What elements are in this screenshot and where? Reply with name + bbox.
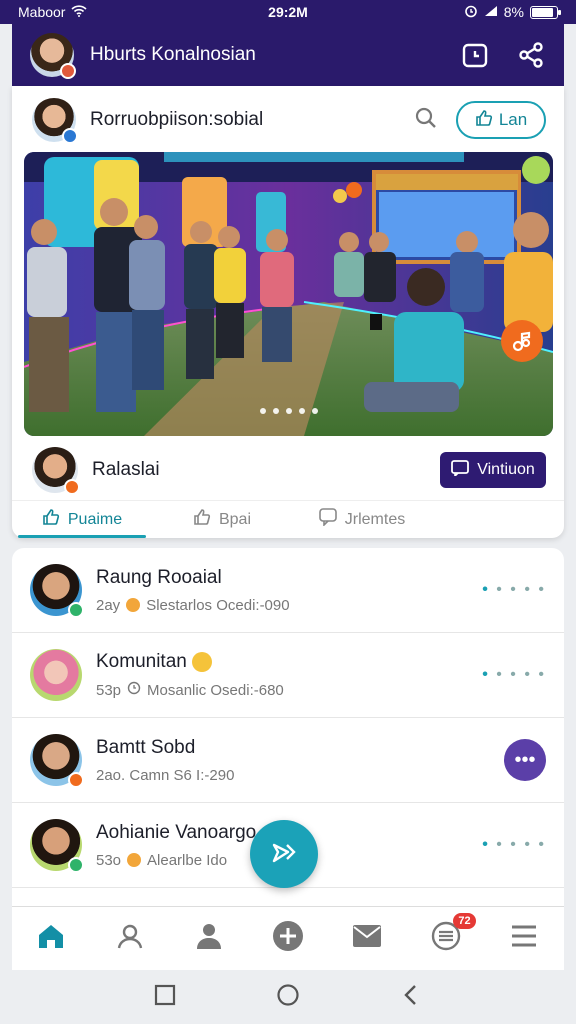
music-note-icon — [511, 330, 533, 352]
list-detail: Slestarlos Ocedi:-090 — [146, 596, 290, 614]
back-icon[interactable] — [400, 984, 422, 1011]
home-icon — [36, 922, 66, 955]
nav-home[interactable] — [31, 919, 71, 959]
list-meta: 53o — [96, 851, 122, 869]
notification-count: 72 — [453, 912, 476, 929]
list-title: Aohianie Vanoargo — [96, 821, 257, 843]
view-button[interactable]: Vintiuon — [440, 452, 546, 488]
more-options-icon[interactable]: • • • • • — [482, 666, 546, 684]
mail-icon — [352, 923, 382, 954]
more-options-icon[interactable]: • • • • • — [482, 581, 546, 599]
nav-notifications[interactable]: 72 — [426, 912, 476, 959]
author-name: Ralaslai — [92, 459, 160, 480]
tab-comments[interactable]: Jrlemtes — [292, 501, 432, 538]
carousel-dot[interactable] — [285, 408, 292, 414]
more-options-button[interactable]: ••• — [504, 739, 546, 781]
list-title: Raung Rooaial — [96, 566, 222, 588]
nav-groups[interactable] — [110, 919, 150, 959]
tag-icon — [126, 598, 141, 612]
tab-share-label: Bpai — [218, 510, 252, 528]
emoji-icon — [192, 651, 213, 672]
verified-icon — [62, 128, 78, 144]
tag-icon — [127, 853, 142, 867]
thumb-up-icon — [42, 508, 60, 531]
list-item[interactable]: Bamtt Sobd 2ao. Camn S6 I:-290 ••• — [12, 718, 564, 803]
page-title: Hburts Konalnosian — [90, 44, 256, 65]
message-icon — [451, 459, 470, 481]
user-avatar[interactable] — [30, 33, 76, 79]
status-badge — [68, 772, 84, 788]
nav-menu[interactable] — [504, 919, 544, 959]
share-icon — [193, 508, 211, 531]
bottom-navigation: 72 — [12, 906, 564, 970]
timer-icon[interactable] — [460, 40, 490, 70]
group-name: Rorruobpiison:sobial — [90, 109, 264, 130]
nav-inbox[interactable] — [347, 919, 387, 959]
menu-icon — [509, 923, 539, 954]
list-title: Komunitan — [96, 651, 187, 672]
online-icon — [68, 857, 84, 873]
recents-icon[interactable] — [154, 984, 176, 1011]
battery-icon — [530, 5, 561, 19]
list-item[interactable]: Komunitan 53p Mosanlic Osedi:-680 • • • … — [12, 633, 564, 718]
status-badge — [64, 479, 80, 495]
list-title: Bamtt Sobd — [96, 736, 196, 758]
list-avatar — [30, 649, 82, 701]
list-avatar — [30, 734, 84, 788]
list-meta: 2ao. Camn S6 I:-290 — [96, 766, 235, 784]
user-icon — [194, 922, 224, 955]
compose-button[interactable] — [250, 820, 318, 888]
clock: 29:2M — [268, 4, 308, 20]
carousel-dot[interactable] — [298, 408, 305, 414]
app-header: Hburts Konalnosian — [12, 24, 564, 86]
join-label: Lan — [498, 110, 528, 129]
list-meta: 53p — [96, 681, 122, 699]
carousel-dot[interactable] — [272, 408, 279, 414]
status-bar: Maboor 29:2M 8% — [0, 0, 576, 24]
group-icon — [115, 922, 145, 955]
nav-create[interactable] — [268, 919, 308, 959]
home-button-icon[interactable] — [276, 983, 300, 1012]
list-meta: 2ay — [96, 596, 121, 614]
notification-badge-icon — [60, 63, 76, 79]
share-icon[interactable] — [516, 40, 546, 70]
list-avatar — [30, 819, 84, 873]
nav-profile[interactable] — [189, 919, 229, 959]
tab-like[interactable]: Puaime — [12, 501, 152, 538]
list-detail: Alearlbe Ido — [147, 851, 228, 869]
group-avatar[interactable] — [32, 98, 78, 144]
tab-like-label: Puaime — [67, 510, 123, 528]
online-icon — [68, 602, 84, 618]
carousel-dot[interactable] — [311, 408, 318, 414]
more-options-icon[interactable]: • • • • • — [482, 836, 546, 854]
join-button[interactable]: Lan — [456, 101, 546, 139]
thumb-up-icon — [475, 109, 493, 132]
list-item[interactable]: Raung Rooaial 2ay Slestarlos Ocedi:-090 … — [12, 548, 564, 633]
view-button-label: Vintiuon — [477, 461, 535, 478]
tab-comments-label: Jrlemtes — [344, 510, 406, 528]
music-button[interactable] — [501, 320, 543, 362]
carousel-dot[interactable] — [259, 408, 266, 414]
search-icon[interactable] — [414, 106, 438, 135]
carousel-indicator — [24, 408, 553, 414]
comment-icon — [318, 508, 337, 531]
list-detail: Mosanlic Osedi:-680 — [147, 681, 284, 699]
add-icon — [272, 920, 304, 957]
system-navigation-bar — [0, 970, 576, 1024]
post-photo — [24, 152, 553, 436]
clock-icon — [127, 681, 141, 699]
author-avatar[interactable] — [32, 447, 80, 495]
send-icon — [269, 837, 299, 872]
post-action-tabs: Puaime Bpai Jrlemtes — [12, 500, 564, 538]
post-card: Rorruobpiison:sobial Lan Ralaslai Vintiu… — [12, 86, 564, 538]
tab-share[interactable]: Bpai — [152, 501, 292, 538]
list-avatar — [30, 564, 84, 618]
post-image-carousel[interactable] — [24, 152, 553, 436]
